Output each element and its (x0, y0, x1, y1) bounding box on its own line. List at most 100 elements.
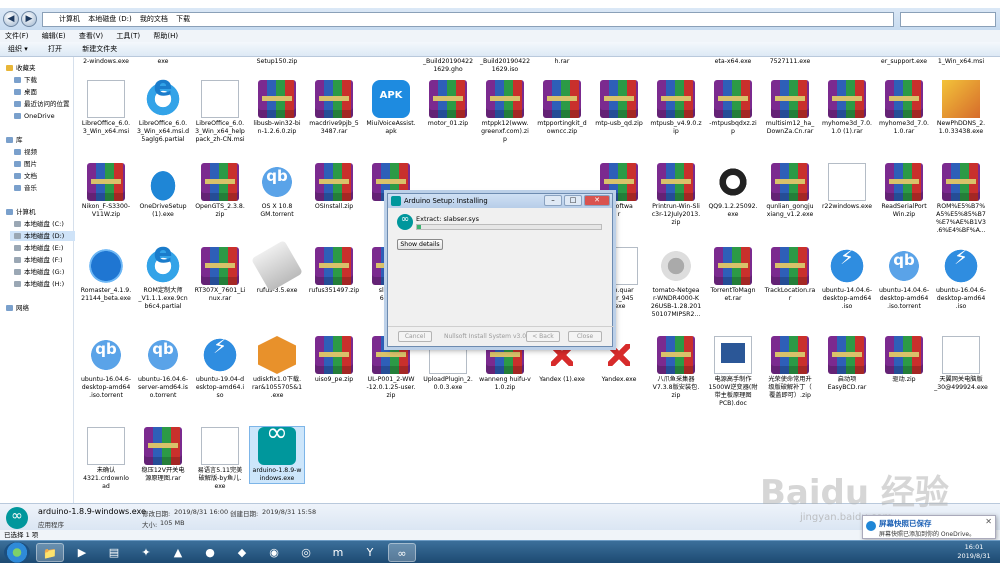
file-item[interactable]: TrackLocation.ra r (763, 247, 817, 303)
breadcrumb-downloads[interactable]: 下载 (176, 15, 190, 23)
menu-edit[interactable]: 编辑(E) (42, 32, 66, 40)
nav-music[interactable]: 音乐 (14, 183, 37, 193)
back-button[interactable]: < Back (526, 331, 560, 342)
file-item[interactable]: OSInstall.zip (307, 163, 361, 211)
file-item[interactable]: ReadSerialPort Win.zip (877, 163, 931, 219)
file-item[interactable]: mtpusb_v4.9.0.z ip (649, 80, 703, 136)
nav-pictures[interactable]: 图片 (14, 159, 37, 169)
file-item[interactable]: exe (136, 58, 190, 66)
nav-network[interactable]: 网络 (6, 303, 29, 313)
nav-drive-h[interactable]: 本地磁盘 (H:) (14, 279, 64, 289)
file-item[interactable]: Setup150.zip (250, 58, 304, 66)
file-item[interactable]: 稳压12V开关电 源原理图.rar (136, 427, 190, 483)
onedrive-toast[interactable]: 屏幕快照已保存 屏幕快照已添加到你的 OneDrive。 ✕ (862, 515, 996, 539)
file-item[interactable]: -mtpusbqdxz.zi p (706, 80, 760, 136)
nav-recent[interactable]: 最近访问的位置 (14, 99, 70, 109)
file-item[interactable]: RT307X_7601_Li nux.rar (193, 247, 247, 303)
file-item[interactable]: 光荣使命常用升 级版破解补丁（ 覆盖即可）.zip (763, 336, 817, 400)
file-item[interactable]: OpenGTS_2.3.8. zip (193, 163, 247, 219)
file-item[interactable]: OS X 10.8 GM.torrent (250, 163, 304, 219)
media-player-taskbar-icon[interactable]: ▶ (68, 543, 96, 562)
file-item[interactable]: 启动项 EasyBCD.rar (820, 336, 874, 392)
file-item[interactable]: ubuntu-19.04-d esktop-amd64.i so (193, 336, 247, 400)
close-button[interactable]: Close (568, 331, 602, 342)
file-item[interactable]: 未确认 4321.crdownlo ad (79, 427, 133, 491)
chrome-taskbar-icon[interactable]: ◎ (292, 543, 320, 562)
menu-view[interactable]: 查看(V) (79, 32, 103, 40)
close-icon[interactable]: ✕ (584, 195, 610, 206)
clock[interactable]: 16:01 2019/8/31 (952, 543, 996, 561)
dialog-titlebar[interactable]: Arduino Setup: Installing – □ ✕ (388, 194, 612, 208)
file-item[interactable]: ubuntu-14.04.6- desktop-amd64 .iso (820, 247, 874, 311)
explorer-taskbar-icon[interactable]: 📁 (36, 543, 64, 562)
file-item[interactable]: motor_01.zip (421, 80, 475, 128)
cancel-button[interactable]: Cancel (398, 331, 432, 342)
back-icon[interactable]: ◀ (3, 11, 19, 27)
file-item[interactable]: er_support.exe (877, 58, 931, 66)
file-item[interactable]: 1_Win_x64.msi (934, 58, 988, 66)
file-item[interactable]: eta-x64.exe (706, 58, 760, 66)
open-button[interactable]: 打开 (48, 45, 62, 53)
nav-drive-e[interactable]: 本地磁盘 (E:) (14, 243, 63, 253)
file-item[interactable]: udiskfix1.0下载. rar&1055705&1 .exe (250, 336, 304, 400)
nav-favorites[interactable]: 收藏夹 (6, 63, 36, 73)
maximize-button[interactable]: □ (564, 195, 582, 206)
file-item[interactable]: uiso9_pe.zip (307, 336, 361, 384)
file-item[interactable]: mtp-usb_qd.zip (592, 80, 646, 128)
file-item[interactable]: ubuntu-16.04.6- desktop-amd64 .iso (934, 247, 988, 311)
file-item[interactable]: 天翼网关电脑版 _30@499924.exe (934, 336, 988, 392)
weibo-taskbar-icon[interactable]: ◉ (260, 543, 288, 562)
nav-downloads[interactable]: 下载 (14, 75, 37, 85)
m-app-taskbar-icon[interactable]: m (324, 543, 352, 562)
file-item[interactable]: ROM定制大师 _V1.1.1.exe.9cn b6c4.partial (136, 247, 190, 311)
file-item[interactable]: OneDriveSetup (1).exe (136, 163, 190, 219)
file-item[interactable]: TorrentToMagn et.rar (706, 247, 760, 303)
forward-icon[interactable]: ▶ (21, 11, 37, 27)
firefox-taskbar-icon[interactable]: ● (196, 543, 224, 562)
file-item[interactable]: mtpportingkit_d owncc.zip (535, 80, 589, 136)
file-item[interactable]: Nikon_F-S3300- V11W.zip (79, 163, 133, 219)
file-item[interactable]: 电源高手制作 1500W逆变器(附 带主板原理图 PCB).doc (706, 336, 760, 408)
yandex-taskbar-icon[interactable]: Y (356, 543, 384, 562)
nav-drive-c[interactable]: 本地磁盘 (C:) (14, 219, 64, 229)
menu-help[interactable]: 帮助(H) (153, 32, 178, 40)
start-button[interactable] (4, 542, 30, 563)
file-item[interactable]: rufus-3.5.exe (250, 240, 304, 295)
file-item[interactable]: mtppk12(www. greenxf.com).zi p (478, 80, 532, 144)
organize-button[interactable]: 组织 ▾ (8, 45, 28, 53)
nav-videos[interactable]: 视频 (14, 147, 37, 157)
new-folder-button[interactable]: 新建文件夹 (82, 45, 117, 53)
file-item[interactable]: LibreOffice_6.0. 3_Win_x64.msi (79, 80, 133, 136)
folder-taskbar-icon[interactable]: ▤ (100, 543, 128, 562)
file-item[interactable]: qunlian_gongju xiang_v1.2.exe (763, 163, 817, 219)
file-item[interactable]: ROM%E5%B7% A5%E5%85%B7 %E7%AE%B1V3 .6%E4… (934, 163, 988, 235)
file-item[interactable]: Romaster_4.1.9. 21144_beta.exe (79, 247, 133, 303)
file-item[interactable]: 驱动.zip (877, 336, 931, 384)
address-input[interactable]: 计算机 本地磁盘 (D:) 我的文档 下载 (42, 12, 894, 27)
breadcrumb-my-documents[interactable]: 我的文档 (140, 15, 168, 23)
nav-library[interactable]: 库 (6, 135, 23, 145)
file-item[interactable]: rufus351497.zip (307, 247, 361, 295)
file-item[interactable]: h.rar (535, 58, 589, 66)
app-taskbar-icon[interactable]: ✦ (132, 543, 160, 562)
nav-desktop[interactable]: 桌面 (14, 87, 37, 97)
nav-drive-d[interactable]: 本地磁盘 (D:) (10, 231, 76, 241)
arduino-taskbar-icon[interactable]: ∞ (388, 543, 416, 562)
file-item[interactable]: 易语言5.11完美 破解版-by鱼儿. exe (193, 427, 247, 491)
file-item[interactable]: macdrive9pjb_5 3487.rar (307, 80, 361, 136)
close-icon[interactable]: ✕ (985, 517, 992, 526)
breadcrumb-computer[interactable]: 计算机 (59, 15, 80, 23)
search-input[interactable] (900, 12, 996, 27)
file-item[interactable]: ubuntu-14.04.6- desktop-amd64 .iso.torre… (877, 247, 931, 311)
file-item[interactable]: ubuntu-16.04.6- server-amd64.is o.torren… (136, 336, 190, 400)
matlab-taskbar-icon[interactable]: ▲ (164, 543, 192, 562)
menu-tools[interactable]: 工具(T) (116, 32, 140, 40)
file-item[interactable]: 八爪鱼采集器 V7.3.8版安装包. zip (649, 336, 703, 400)
file-item[interactable]: tomato-Netgea r-WNDR4000-K 26USB-1.28.20… (649, 247, 703, 319)
file-item[interactable]: _Build20190422 1629.iso (478, 58, 532, 74)
file-item[interactable]: 2-windows.exe (79, 58, 133, 66)
nav-drive-f[interactable]: 本地磁盘 (F:) (14, 255, 63, 265)
file-item-selected[interactable]: arduino-1.8.9-w indows.exe (249, 426, 305, 484)
file-item[interactable]: MiuiVoiceAssist. apk (364, 80, 418, 136)
file-item[interactable]: 7527111.exe (763, 58, 817, 66)
